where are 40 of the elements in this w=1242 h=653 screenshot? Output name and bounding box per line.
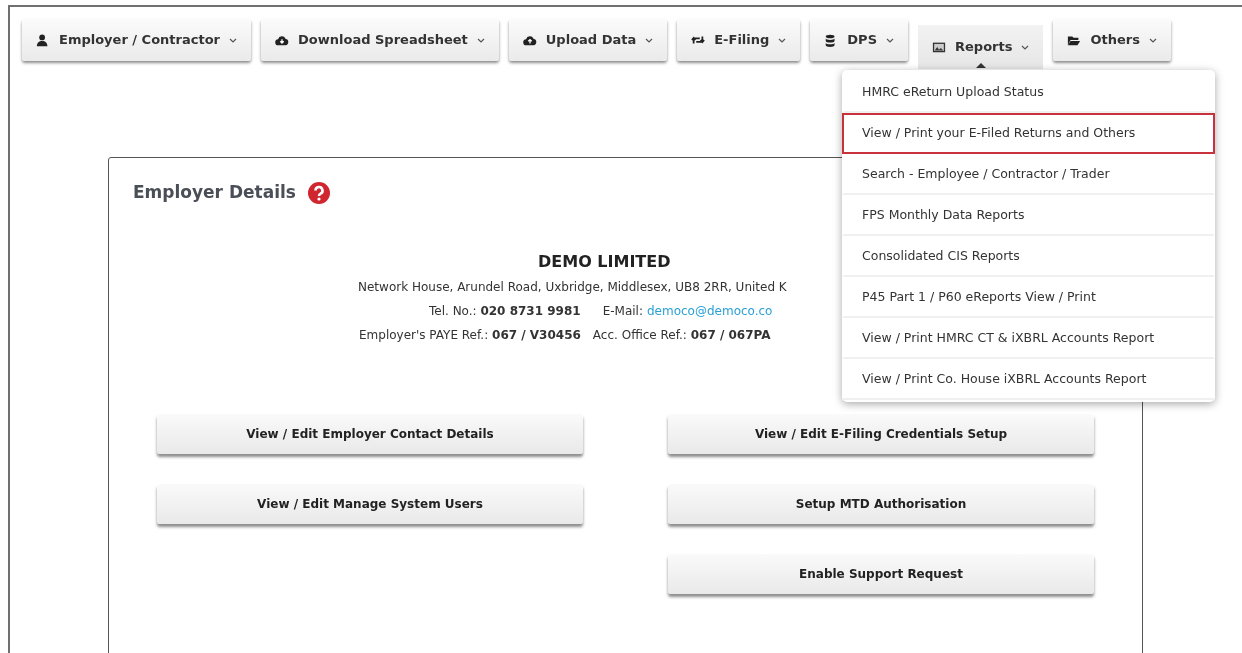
menu-item[interactable]: Search - Employee / Contractor / Trader [842,154,1215,195]
chevron-down-icon [229,37,237,43]
address-text: Network House, Arundel Road, Uxbridge, Middlesex, UB8 2RR, United K [358,279,787,294]
menu-item[interactable]: P45 Part 1 / P60 eReports View / Print [842,277,1215,318]
chevron-down-icon [886,37,894,43]
nav-menu-button[interactable]: Reports [918,25,1044,69]
menu-item[interactable]: View / Print your E-Filed Returns and Others [842,113,1215,154]
chevron-down-icon [1021,44,1030,50]
nav-menu-button[interactable]: Employer / Contractor [22,19,251,61]
phone-text: Tel. No.: 020 8731 9981 [429,302,581,320]
user-icon [36,33,50,47]
nav-menu-button[interactable]: Upload Data [508,19,668,61]
chevron-down-icon [645,37,654,43]
nav-menu-button[interactable]: Others [1053,19,1171,61]
cloud-upload-icon [522,33,537,47]
action-button[interactable]: View / Edit Manage System Users [157,483,583,524]
section-title: Employer Details [133,181,296,204]
nav-menu-button[interactable]: Download Spreadsheet [261,19,499,61]
email-label: E-Mail: [602,302,643,320]
chevron-down-icon [476,37,485,43]
chevron-down-icon [1148,37,1157,43]
paye-ref-text: Employer's PAYE Ref.: 067 / V30456 [359,326,581,344]
menu-item[interactable]: Consolidated CIS Reports [842,236,1215,277]
help-icon[interactable] [307,181,330,204]
action-button[interactable]: View / Edit E-Filing Credentials Setup [668,413,1094,454]
cloud-download-icon [275,33,289,47]
menu-item[interactable]: View / Print Co. House iXBRL Accounts Report [842,359,1215,400]
company-name: DEMO LIMITED [538,251,671,271]
menu-item[interactable]: View / Print HMRC CT & iXBRL Accounts Report [842,318,1215,359]
action-button[interactable]: View / Edit Employer Contact Details [157,413,583,454]
action-button[interactable]: Setup MTD Authorisation [668,483,1094,524]
office-ref-text: Acc. Office Ref.: 067 / 067PA [592,326,771,344]
menu-item[interactable]: FPS Monthly Data Reports [842,195,1215,236]
caret-up-icon [975,63,986,68]
chevron-down-icon [778,37,787,43]
image-icon [932,40,946,54]
nav-menu-button[interactable]: E-Filing [677,19,801,61]
nav-menu-button[interactable]: DPS [810,19,908,61]
menu-item[interactable]: HMRC eReturn Upload Status [842,72,1215,113]
action-button[interactable]: Enable Support Request [668,553,1094,594]
